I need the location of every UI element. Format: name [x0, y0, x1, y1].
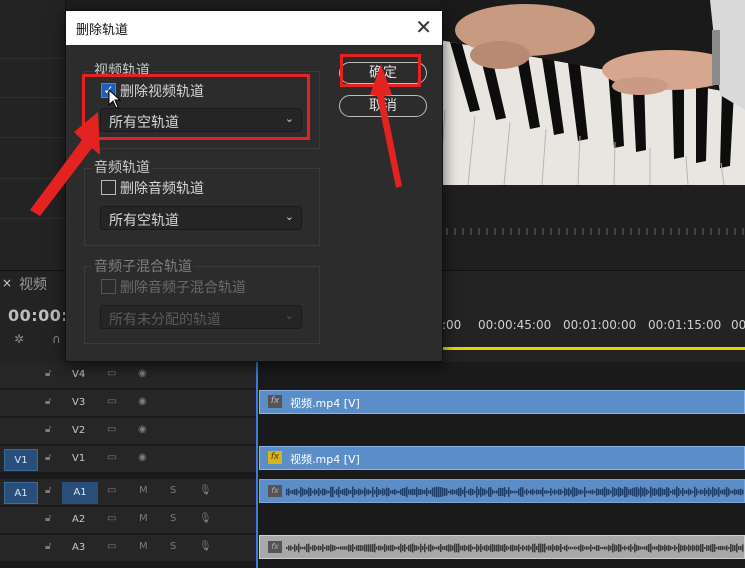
panel-divider — [0, 218, 66, 219]
link-icon[interactable]: ∩ — [52, 332, 66, 346]
lock-icon[interactable]: 🔓︎ — [45, 485, 51, 496]
chevron-down-icon: ⌄ — [284, 210, 294, 223]
microphone-icon[interactable]: 🎙︎ — [199, 485, 212, 496]
video-clip-v3[interactable]: fx 视频.mp4 [V] — [259, 390, 745, 414]
clip-label: 视频.mp4 [V] — [290, 453, 360, 466]
sync-lock-icon[interactable]: ▭ — [107, 541, 116, 552]
program-monitor-preview — [440, 0, 745, 185]
timeline-tab-label[interactable]: 视频 — [19, 274, 47, 294]
audio-tracks-select[interactable]: 所有空轨道 ⌄ — [100, 206, 302, 230]
track-name: V1 — [72, 453, 86, 464]
lock-icon[interactable]: 🔓︎ — [45, 424, 51, 435]
audio-group-label: 音频轨道 — [92, 157, 152, 177]
cancel-button[interactable]: 取消 — [339, 95, 427, 117]
sync-lock-icon[interactable]: ▭ — [107, 485, 116, 496]
microphone-icon[interactable]: 🎙︎ — [199, 513, 212, 524]
select-value: 所有空轨道 — [109, 213, 179, 229]
delete-audio-tracks-label[interactable]: 删除音频轨道 — [120, 178, 204, 198]
panel-divider — [0, 97, 66, 98]
eye-icon[interactable]: ◉ — [138, 452, 147, 463]
timeline-tab-close-icon[interactable]: × — [2, 276, 12, 290]
track-name: V3 — [72, 397, 86, 408]
audio-waveform — [286, 486, 744, 498]
ruler-label: 00:01:00:00 — [563, 318, 637, 332]
monitor-ruler — [446, 228, 744, 235]
fx-badge: fx — [268, 541, 282, 553]
track-name: A3 — [72, 542, 86, 553]
mouse-cursor-icon — [108, 89, 122, 109]
track-header-v3[interactable]: 🔓︎ V3 ▭ ◉ — [0, 390, 257, 417]
mute-button[interactable]: M — [139, 485, 148, 496]
solo-button[interactable]: S — [170, 485, 176, 496]
delete-audio-tracks-checkbox[interactable] — [101, 180, 116, 195]
solo-button[interactable]: S — [170, 513, 176, 524]
dialog-title: 删除轨道 — [76, 23, 129, 38]
track-header-a1[interactable]: A1 🔓︎ A1 ▭ M S 🎙︎ — [0, 479, 257, 506]
delete-submix-tracks-label[interactable]: 删除音频子混合轨道 — [120, 277, 246, 297]
fx-badge: fx — [268, 485, 282, 497]
dialog-titlebar: 删除轨道 ✕ — [66, 11, 442, 45]
ruler-label: :00 — [442, 318, 462, 332]
panel-divider — [0, 58, 66, 59]
snap-icon[interactable]: ✲ — [14, 332, 28, 346]
lock-icon[interactable]: 🔓︎ — [45, 541, 51, 552]
submix-group-label: 音频子混合轨道 — [92, 256, 194, 276]
delete-submix-tracks-checkbox[interactable] — [101, 279, 116, 294]
lock-icon[interactable]: 🔓︎ — [45, 368, 51, 379]
audio-clip-a3[interactable]: fx — [259, 535, 745, 559]
playhead[interactable] — [256, 362, 258, 568]
lock-icon[interactable]: 🔓︎ — [45, 452, 51, 463]
project-panel — [0, 0, 66, 270]
sync-lock-icon[interactable]: ▭ — [107, 396, 116, 407]
audio-waveform — [286, 543, 744, 553]
track-header-a3[interactable]: 🔓︎ A3 ▭ M S 🎙︎ — [0, 535, 257, 562]
source-patch-a1[interactable]: A1 — [4, 482, 38, 504]
lock-icon[interactable]: 🔓︎ — [45, 396, 51, 407]
fx-badge: fx — [268, 451, 282, 464]
track-header-a2[interactable]: 🔓︎ A2 ▭ M S 🎙︎ — [0, 507, 257, 534]
select-value: 所有未分配的轨道 — [109, 312, 221, 328]
sync-lock-icon[interactable]: ▭ — [107, 513, 116, 524]
ruler-label: 00 — [731, 318, 745, 332]
work-area-bar[interactable] — [443, 347, 745, 350]
eye-icon[interactable]: ◉ — [138, 368, 147, 379]
highlight-box-ok — [340, 54, 421, 87]
panel-divider — [0, 178, 66, 179]
track-header-v2[interactable]: 🔓︎ V2 ▭ ◉ — [0, 418, 257, 445]
track-header-v1[interactable]: V1 🔓︎ V1 ▭ ◉ — [0, 446, 257, 473]
audio-clip-a1[interactable]: fx — [259, 479, 745, 503]
track-name: A2 — [72, 514, 86, 525]
track-name: V4 — [72, 369, 86, 380]
mute-button[interactable]: M — [139, 541, 148, 552]
sync-lock-icon[interactable]: ▭ — [107, 452, 116, 463]
sync-lock-icon[interactable]: ▭ — [107, 424, 116, 435]
close-icon[interactable]: ✕ — [415, 15, 432, 39]
ruler-label: 00:01:15:00 — [648, 318, 722, 332]
video-clip-v1[interactable]: fx 视频.mp4 [V] — [259, 446, 745, 470]
lock-icon[interactable]: 🔓︎ — [45, 513, 51, 524]
eye-icon[interactable]: ◉ — [138, 424, 147, 435]
fx-badge: fx — [268, 395, 282, 408]
submix-tracks-select[interactable]: 所有未分配的轨道 ⌄ — [100, 305, 302, 329]
clip-label: 视频.mp4 [V] — [290, 397, 360, 410]
microphone-icon[interactable]: 🎙︎ — [199, 541, 212, 552]
track-name: V2 — [72, 425, 86, 436]
track-header-v4[interactable]: 🔓︎ V4 ▭ ◉ — [0, 362, 257, 389]
chevron-down-icon: ⌄ — [284, 309, 294, 322]
solo-button[interactable]: S — [170, 541, 176, 552]
track-name[interactable]: A1 — [62, 482, 98, 504]
mute-button[interactable]: M — [139, 513, 148, 524]
source-patch-v1[interactable]: V1 — [4, 449, 38, 471]
sync-lock-icon[interactable]: ▭ — [107, 368, 116, 379]
ruler-label: 00:00:45:00 — [478, 318, 552, 332]
panel-divider — [0, 137, 66, 138]
eye-icon[interactable]: ◉ — [138, 396, 147, 407]
